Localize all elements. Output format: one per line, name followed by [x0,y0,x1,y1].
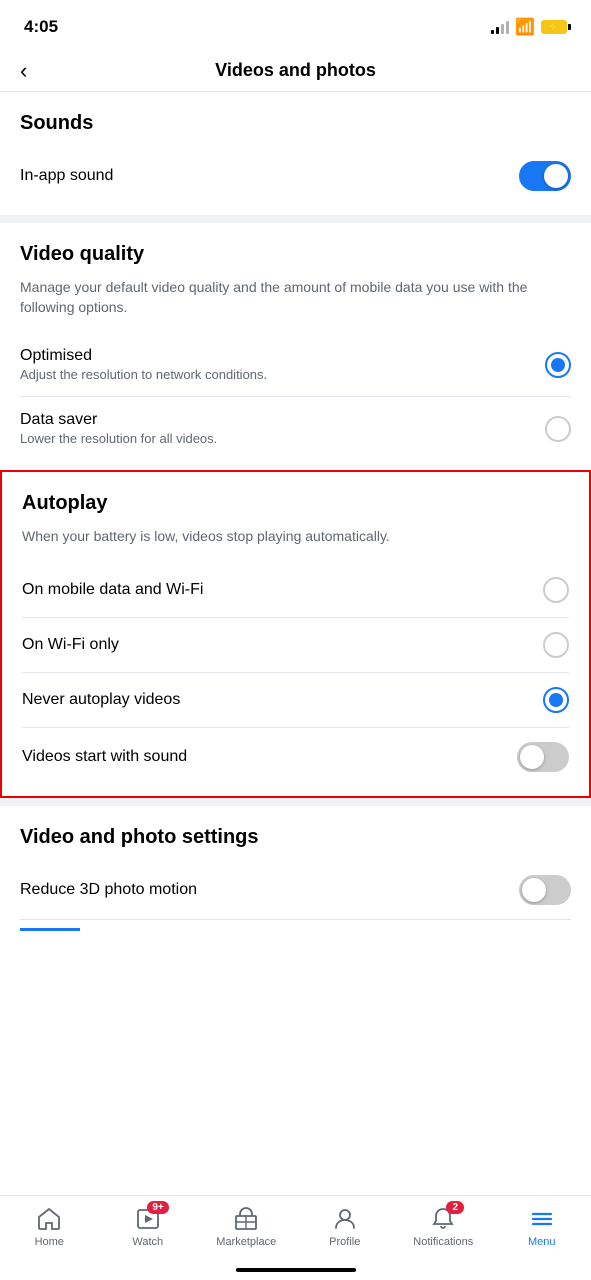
video-quality-desc: Manage your default video quality and th… [20,278,571,317]
battery-icon: ⚡ [541,20,567,34]
nav-marketplace[interactable]: Marketplace [211,1206,281,1248]
wifi-icon: 📶 [515,17,535,37]
watch-icon: 9+ [135,1206,161,1232]
notifications-badge: 2 [446,1201,464,1214]
in-app-sound-row: In-app sound [20,147,571,205]
status-icons: 📶 ⚡ [491,17,567,37]
video-photo-settings-section: Video and photo settings Reduce 3D photo… [0,806,591,941]
in-app-sound-label: In-app sound [20,167,113,185]
watch-badge: 9+ [147,1201,168,1214]
divider-1 [0,215,591,223]
videos-start-sound-label: Videos start with sound [22,748,187,766]
nav-menu-label: Menu [528,1236,556,1248]
reduce-3d-row: Reduce 3D photo motion [20,861,571,920]
divider-2 [0,798,591,806]
datasaver-label: Data saver [20,411,217,429]
home-icon [36,1206,62,1232]
nav-watch-label: Watch [132,1236,163,1248]
sounds-title: Sounds [20,112,571,135]
autoplay-never-label: Never autoplay videos [22,691,180,709]
nav-home-label: Home [35,1236,64,1248]
video-quality-section: Video quality Manage your default video … [0,223,591,470]
reduce-3d-toggle[interactable] [519,875,571,905]
autoplay-wifi-only-radio[interactable] [543,632,569,658]
page-content: Sounds In-app sound Video quality Manage… [0,92,591,1041]
in-app-sound-toggle[interactable] [519,161,571,191]
autoplay-wifi-only-label: On Wi-Fi only [22,636,119,654]
nav-notifications-label: Notifications [413,1236,473,1248]
video-quality-title: Video quality [20,243,571,266]
videos-start-sound-toggle[interactable] [517,742,569,772]
optimised-radio[interactable] [545,352,571,378]
back-button[interactable]: ‹ [20,58,27,84]
reduce-3d-label: Reduce 3D photo motion [20,881,197,899]
nav-profile-label: Profile [329,1236,360,1248]
datasaver-radio[interactable] [545,416,571,442]
datasaver-sublabel: Lower the resolution for all videos. [20,431,217,446]
menu-icon [529,1206,555,1232]
notifications-icon: 2 [430,1206,456,1232]
status-time: 4:05 [24,17,58,37]
autoplay-never-radio[interactable] [543,687,569,713]
autoplay-wifi-only-row[interactable]: On Wi-Fi only [22,618,569,673]
autoplay-mobile-wifi-label: On mobile data and Wi-Fi [22,581,203,599]
autoplay-mobile-wifi-row[interactable]: On mobile data and Wi-Fi [22,563,569,618]
autoplay-title: Autoplay [22,492,569,515]
autoplay-mobile-wifi-radio[interactable] [543,577,569,603]
nav-home[interactable]: Home [14,1206,84,1248]
autoplay-desc: When your battery is low, videos stop pl… [22,527,569,547]
sounds-section: Sounds In-app sound [0,92,591,215]
nav-profile[interactable]: Profile [310,1206,380,1248]
video-quality-optimised-row[interactable]: Optimised Adjust the resolution to netwo… [20,333,571,397]
home-indicator [236,1268,356,1272]
marketplace-icon [233,1206,259,1232]
page-title: Videos and photos [215,60,376,81]
status-bar: 4:05 📶 ⚡ [0,0,591,50]
optimised-sublabel: Adjust the resolution to network conditi… [20,367,267,382]
videos-start-sound-row: Videos start with sound [22,728,569,786]
autoplay-never-row[interactable]: Never autoplay videos [22,673,569,728]
nav-menu[interactable]: Menu [507,1206,577,1248]
page-header: ‹ Videos and photos [0,50,591,92]
profile-icon [332,1206,358,1232]
active-indicator [20,928,80,931]
video-quality-datasaver-row[interactable]: Data saver Lower the resolution for all … [20,397,571,460]
nav-notifications[interactable]: 2 Notifications [408,1206,478,1248]
autoplay-section: Autoplay When your battery is low, video… [0,470,591,798]
nav-watch[interactable]: 9+ Watch [113,1206,183,1248]
video-photo-settings-title: Video and photo settings [20,826,571,849]
signal-icon [491,20,509,34]
nav-marketplace-label: Marketplace [216,1236,276,1248]
optimised-label: Optimised [20,347,267,365]
